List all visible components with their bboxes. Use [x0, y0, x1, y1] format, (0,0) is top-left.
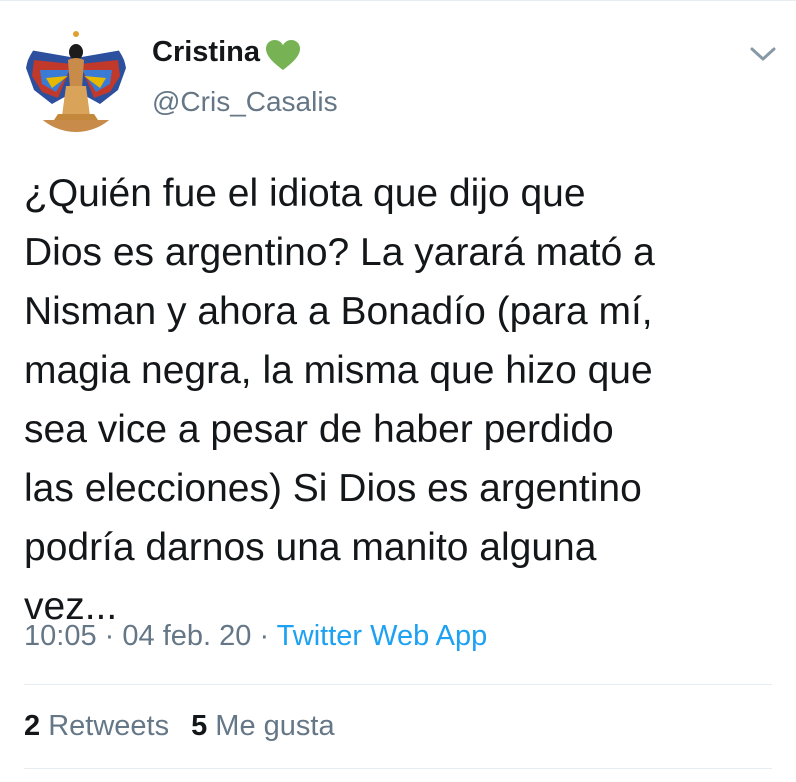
tweet-text-line: ¿Quién fue el idiota que dijo que — [24, 172, 586, 215]
tweet-text-line: Dios es argentino? La yarará mató a — [24, 231, 655, 274]
tweet-text-line: sea vice a pesar de haber perdido — [24, 408, 614, 451]
tweet-text-line: magia negra, la misma que hizo que — [24, 349, 653, 392]
tweet-stats: 2 Retweets 5 Me gusta — [24, 710, 335, 743]
likes-label: Me gusta — [215, 710, 335, 742]
divider — [24, 768, 772, 769]
likes-count: 5 — [191, 710, 208, 742]
tweet-text-line: Nisman y ahora a Bonadío (para mí, — [24, 290, 653, 333]
meta-separator: · — [259, 620, 270, 652]
divider — [24, 684, 772, 685]
avatar-illustration — [24, 28, 128, 132]
avatar[interactable] — [24, 28, 128, 132]
tweet-source-link[interactable]: Twitter Web App — [277, 620, 488, 652]
tweet-time[interactable]: 10:05 — [24, 620, 97, 652]
meta-separator: · — [104, 620, 115, 652]
retweets-count: 2 — [24, 710, 41, 742]
tweet-date[interactable]: 04 feb. 20 — [122, 620, 251, 652]
tweet-card: Cristina @Cris_Casalis ¿Quién fue el idi… — [0, 0, 796, 782]
green-heart-icon — [266, 40, 300, 70]
top-divider — [0, 0, 796, 1]
chevron-down-icon[interactable] — [748, 42, 778, 66]
likes-stat[interactable]: 5 Me gusta — [191, 710, 335, 742]
tweet-text-line: las elecciones) Si Dios es argentino — [24, 467, 642, 510]
display-name[interactable]: Cristina — [152, 36, 260, 69]
retweets-label: Retweets — [48, 710, 170, 742]
tweet-text-line: podría darnos una manito alguna — [24, 526, 597, 569]
user-handle[interactable]: @Cris_Casalis — [152, 86, 338, 118]
retweets-stat[interactable]: 2 Retweets — [24, 710, 169, 742]
tweet-meta: 10:05 · 04 feb. 20 · Twitter Web App — [24, 620, 487, 653]
tweet-text: ¿Quién fue el idiota que dijo que Dios e… — [24, 164, 764, 636]
